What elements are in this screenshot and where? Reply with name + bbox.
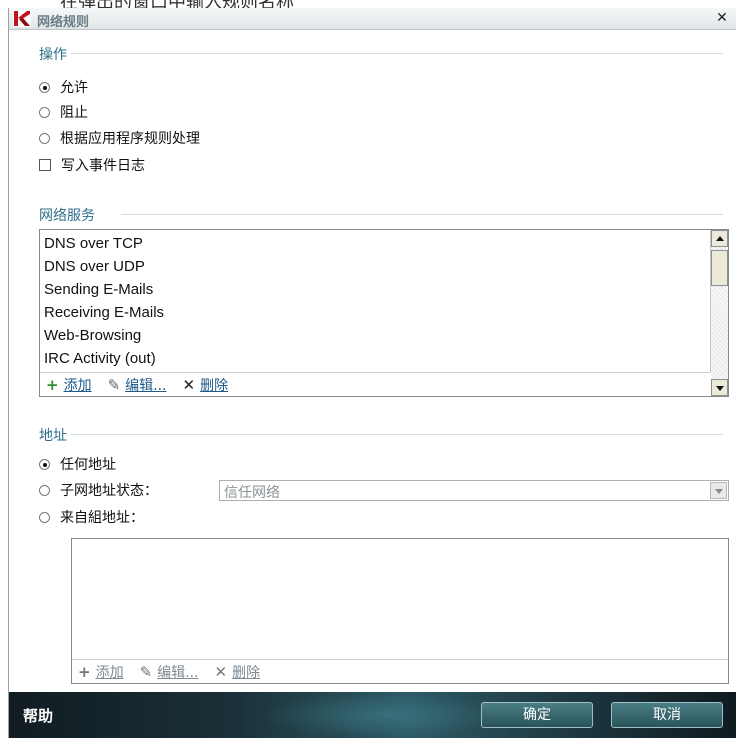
arrow-down-icon (716, 386, 724, 391)
x-icon: ✕ (214, 662, 228, 681)
subnet-status-radio[interactable]: 子网地址状态： (39, 480, 158, 500)
plus-icon: + (78, 662, 91, 681)
group-address-list[interactable]: + 添加 ✎ 编辑... ✕ 删除 (71, 538, 729, 684)
address-section-label: 地址 (39, 425, 71, 445)
help-link[interactable]: 帮助 (23, 705, 53, 726)
write-event-log-checkbox[interactable]: 写入事件日志 (39, 155, 145, 175)
add-label: 添加 (63, 377, 92, 394)
services-delete-button[interactable]: ✕ 删除 (183, 375, 229, 395)
by-app-rules-label: 根据应用程序规则处理 (60, 131, 200, 147)
any-address-radio[interactable]: 任何地址 (39, 454, 116, 474)
window-title: 网络规则 (37, 15, 90, 30)
block-radio[interactable]: 阻止 (39, 102, 88, 122)
any-address-label: 任何地址 (60, 457, 116, 473)
group-address-label: 来自組地址： (60, 510, 144, 526)
services-add-button[interactable]: + 添加 (46, 375, 92, 395)
radio-unselected-icon (39, 106, 50, 118)
add-label: 添加 (95, 664, 124, 681)
network-services-list[interactable]: DNS over TCP DNS over UDP Sending E-Mail… (39, 229, 729, 397)
allow-label: 允许 (60, 80, 88, 96)
cancel-button[interactable]: 取消 (611, 702, 723, 728)
title-bar[interactable]: 网络规则 ✕ (9, 8, 736, 30)
address-delete-button[interactable]: ✕ 删除 (215, 662, 261, 682)
list-item[interactable]: IRC Activity (out) (44, 347, 704, 370)
services-toolbar: + 添加 ✎ 编辑... ✕ 删除 (40, 372, 711, 396)
footer-glow (259, 692, 509, 738)
write-event-log-label: 写入事件日志 (61, 158, 145, 174)
scroll-down-button[interactable] (711, 379, 728, 396)
chevron-down-icon (715, 489, 723, 494)
radio-selected-icon (39, 81, 50, 93)
subnet-status-select[interactable]: 信任网络 (219, 480, 729, 501)
background-text: 在弹出的窗口中输入规则名称 (60, 0, 294, 8)
plus-icon: + (46, 375, 59, 394)
edit-label: 编辑... (157, 664, 199, 681)
x-icon: ✕ (182, 375, 196, 394)
delete-label: 删除 (232, 664, 261, 681)
block-label: 阻止 (60, 105, 88, 121)
subnet-status-value: 信任网络 (224, 485, 280, 501)
address-toolbar: + 添加 ✎ 编辑... ✕ 删除 (72, 659, 728, 683)
ok-button[interactable]: 确定 (481, 702, 593, 728)
services-items: DNS over TCP DNS over UDP Sending E-Mail… (44, 232, 704, 370)
radio-selected-icon (39, 458, 50, 470)
address-edit-button[interactable]: ✎ 编辑... (140, 662, 199, 682)
services-section-label: 网络服务 (39, 205, 99, 225)
close-button[interactable]: ✕ (713, 10, 731, 27)
arrow-up-icon (716, 236, 724, 241)
pencil-icon: ✎ (107, 375, 121, 394)
allow-radio[interactable]: 允许 (39, 77, 88, 97)
pencil-icon: ✎ (139, 662, 153, 681)
list-item[interactable]: DNS over UDP (44, 255, 704, 278)
action-section-divider (63, 53, 723, 54)
edit-label: 编辑... (125, 377, 167, 394)
scroll-thumb[interactable] (711, 250, 728, 286)
scroll-up-button[interactable] (711, 230, 728, 247)
list-item[interactable]: Web-Browsing (44, 324, 704, 347)
group-address-radio[interactable]: 来自組地址： (39, 507, 144, 527)
list-item[interactable]: DNS over TCP (44, 232, 704, 255)
radio-unselected-icon (39, 132, 50, 144)
by-app-rules-radio[interactable]: 根据应用程序规则处理 (39, 128, 200, 148)
address-add-button[interactable]: + 添加 (78, 662, 124, 682)
kaspersky-k-icon (13, 10, 31, 27)
radio-unselected-icon (39, 511, 50, 523)
list-item[interactable]: Receiving E-Mails (44, 301, 704, 324)
services-scrollbar[interactable] (710, 230, 728, 396)
checkbox-unchecked-icon (39, 159, 51, 171)
radio-unselected-icon (39, 484, 50, 496)
network-rule-dialog: 网络规则 ✕ 操作 允许 阻止 根据应用程序规则处理 写入事件日志 网络服务 D… (8, 8, 736, 738)
footer-bar: 帮助 确定 取消 (9, 692, 736, 738)
subnet-status-label: 子网地址状态： (60, 483, 158, 499)
background-text-strip: 在弹出的窗口中输入规则名称 (0, 0, 736, 8)
delete-label: 删除 (200, 377, 229, 394)
dropdown-button[interactable] (710, 482, 727, 499)
services-edit-button[interactable]: ✎ 编辑... (108, 375, 167, 395)
action-section-label: 操作 (39, 44, 71, 64)
services-section-divider (121, 214, 723, 215)
address-section-divider (71, 434, 723, 435)
list-item[interactable]: Sending E-Mails (44, 278, 704, 301)
